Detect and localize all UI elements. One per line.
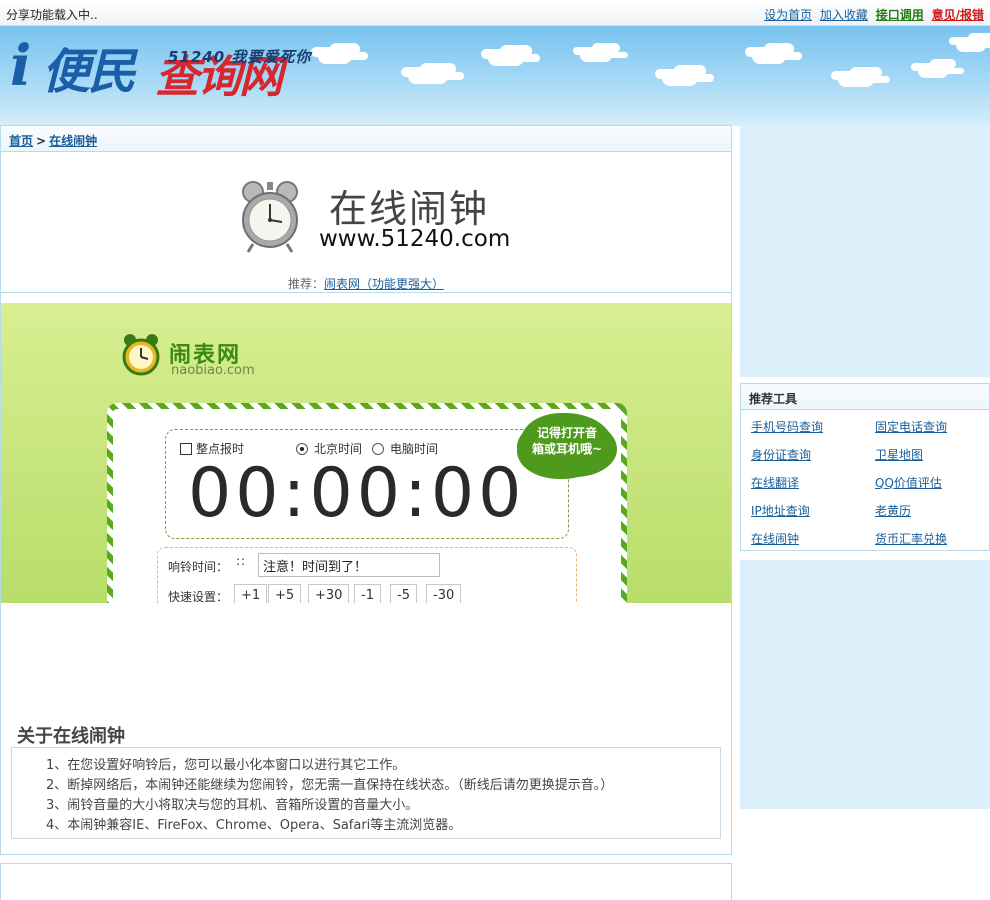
computer-time-radio-dot[interactable] (372, 442, 384, 455)
recommend-link[interactable]: 闹表网（功能更强大） (324, 277, 444, 291)
add-favorite-link[interactable]: 加入收藏 (820, 8, 868, 22)
tool-link-satellite-map[interactable]: 卫星地图 (875, 446, 923, 463)
tool-link-ip-address[interactable]: IP地址查询 (751, 502, 810, 519)
about-list: 1、在您设置好响铃后，您可以最小化本窗口以进行其它工作。 2、断掉网络后，本闹钟… (11, 747, 721, 839)
api-link[interactable]: 接口调用 (876, 8, 924, 22)
clock-display-box: 整点报时 北京时间 电脑时间 00:00:00 (165, 429, 569, 539)
feedback-link[interactable]: 意见/报错 (932, 8, 984, 22)
quick-plus-5-button[interactable]: +5 (268, 584, 302, 603)
quick-plus-1-button[interactable]: +1 (234, 584, 268, 603)
breadcrumb-current-link[interactable]: 在线闹钟 (49, 134, 97, 148)
alarm-time-selectors[interactable]: :: (236, 554, 246, 568)
cloud-decoration (838, 72, 874, 87)
about-item: 4、本闹钟兼容IE、FireFox、Chrome、Opera、Safari等主流… (46, 818, 462, 833)
quick-plus-30-button[interactable]: +30 (308, 584, 350, 603)
tool-link-mobile-number[interactable]: 手机号码查询 (751, 418, 823, 435)
tool-link-landline[interactable]: 固定电话查询 (875, 418, 947, 435)
logo-slogan: 51240 我要爱死你 (168, 48, 312, 66)
quick-minus-1-button[interactable]: -1 (354, 584, 381, 603)
tool-link-translate[interactable]: 在线翻译 (751, 474, 799, 491)
tool-link-qq-value[interactable]: QQ价值评估 (875, 474, 942, 491)
chime-checkbox-box[interactable] (180, 442, 192, 455)
beijing-time-radio-dot[interactable] (296, 442, 308, 455)
alarm-settings-box: 响铃时间： :: 快速设置： +1 +5 +30 -1 -5 -30 (157, 547, 577, 603)
alarm-message-input[interactable] (258, 553, 440, 577)
logo-letter: i (10, 33, 32, 99)
naobiao-brand-url: naobiao.com (171, 363, 255, 378)
recommended-tools-panel: 推荐工具 手机号码查询 固定电话查询 身份证查询 卫星地图 在线翻译 QQ价值评… (740, 383, 990, 551)
cloud-decoration (488, 50, 524, 66)
recommended-tools-title: 推荐工具 (741, 384, 989, 410)
about-item: 2、断掉网络后，本闹钟还能继续为您闹铃，您无需一直保持在线状态。（断线后请勿更换… (46, 778, 614, 793)
alarm-clock-icon (242, 181, 298, 253)
top-links: 设为首页 加入收藏 接口调用 意见/报错 (760, 6, 984, 23)
site-header: i 便民 查询网 51240 我要爱死你 (0, 26, 990, 126)
share-loading-text: 分享功能载入中.. (6, 8, 98, 22)
breadcrumb: 首页 > 在线闹钟 (1, 126, 731, 152)
cloud-decoration (662, 70, 698, 86)
cloud-decoration (752, 48, 786, 64)
page-title: 在线闹钟 (329, 187, 490, 231)
tool-link-almanac[interactable]: 老黄历 (875, 502, 911, 519)
alarm-time-label: 响铃时间： (168, 560, 229, 574)
naobiao-clock-icon (122, 334, 160, 376)
alarm-widget: 闹表网 naobiao.com 整点报时 北京时间 电脑时间 00:00:00 (1, 303, 731, 603)
sidebar-ad-area-lower (740, 560, 990, 809)
breadcrumb-home-link[interactable]: 首页 (9, 134, 33, 148)
about-title: 关于在线闹钟 (17, 726, 125, 747)
logo-name-part1: 便民 (42, 44, 136, 100)
alarm-panel: 整点报时 北京时间 电脑时间 00:00:00 记得打开音 箱或耳机哦~ 响铃时… (107, 403, 627, 603)
cloud-decoration (956, 38, 986, 52)
about-item: 3、闹铃音量的大小将取决与您的耳机、音箱所设置的音量大小。 (46, 798, 419, 813)
section-divider (1, 292, 731, 293)
tool-link-alarm-clock[interactable]: 在线闹钟 (751, 530, 799, 547)
set-homepage-link[interactable]: 设为首页 (764, 8, 812, 22)
tool-link-id-card[interactable]: 身份证查询 (751, 446, 811, 463)
lower-panel (0, 863, 732, 900)
cloud-decoration (318, 48, 352, 64)
tool-link-currency[interactable]: 货币汇率兑换 (875, 530, 947, 547)
cloud-decoration (918, 64, 948, 78)
quick-set-label: 快速设置： (168, 590, 229, 603)
recommend-prefix: 推荐： (287, 277, 324, 291)
cloud-decoration (580, 48, 612, 62)
recommend-line: 推荐：闹表网（功能更强大） (1, 275, 731, 292)
bubble-line2: 箱或耳机哦~ (531, 442, 603, 456)
quick-minus-30-button[interactable]: -30 (426, 584, 462, 603)
main-panel: 首页 > 在线闹钟 在线闹钟 www.51240.com 推荐：闹表网（功能更强大）… (0, 125, 732, 855)
quick-minus-5-button[interactable]: -5 (390, 584, 417, 603)
sidebar-ad-area (740, 125, 990, 377)
top-bar: 分享功能载入中.. 设为首页 加入收藏 接口调用 意见/报错 (0, 0, 990, 26)
sound-reminder-bubble: 记得打开音 箱或耳机哦~ (521, 413, 613, 475)
site-url: www.51240.com (319, 226, 511, 252)
time-display: 00:00:00 (188, 454, 526, 533)
about-item: 1、在您设置好响铃后，您可以最小化本窗口以进行其它工作。 (46, 758, 406, 773)
bubble-line1: 记得打开音 (536, 426, 597, 440)
breadcrumb-separator: > (36, 134, 47, 148)
cloud-decoration (408, 68, 448, 84)
